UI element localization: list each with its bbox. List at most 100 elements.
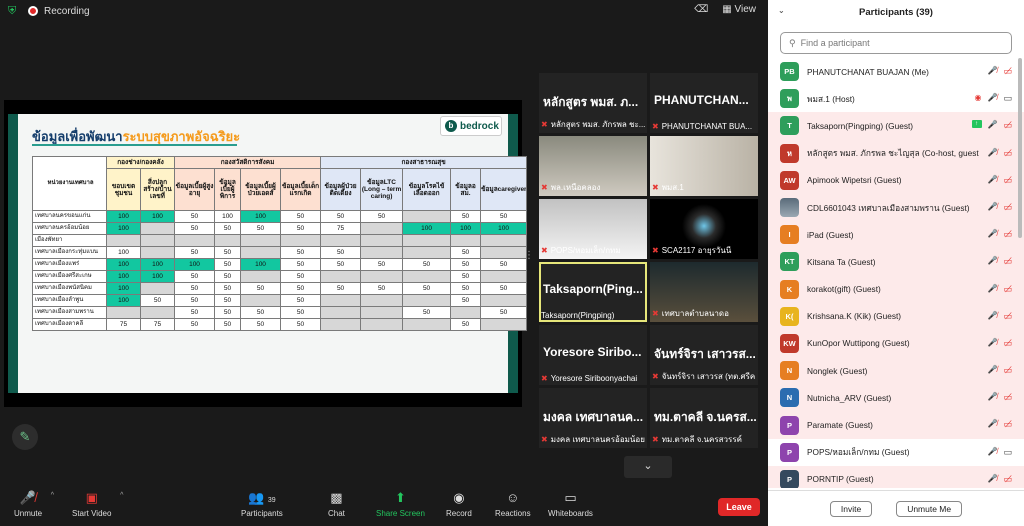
participant-row[interactable]: K(Krishsana.K (Kik) (Guest) 🎤̸ ▭̸ <box>768 302 1024 330</box>
table-cell: 50 <box>360 210 404 223</box>
participant-row[interactable]: CDL6601043 เทศบาลเมืองสามพราน (Guest) 🎤̸ ▭… <box>768 193 1024 222</box>
video-tile[interactable]: จันทร์จิรา เสาวรส... ✖ จันทร์จิรา เสาวรส (… <box>650 325 758 385</box>
participant-status: ↑ 🎤 ▭̸ <box>971 120 1012 131</box>
chat-button[interactable]: ▩ Chat <box>328 490 345 518</box>
table-cell: 100 <box>139 210 176 223</box>
view-button[interactable]: ▦ View <box>722 4 756 15</box>
record-button[interactable]: ◉ Record <box>446 490 472 518</box>
table-cell <box>480 294 528 307</box>
table-cell: 100 <box>214 210 242 223</box>
video-tile[interactable]: ✖ POPS/หอมเล็ก/กทม <box>539 199 647 259</box>
org-name: เทศบาลเมืองพนัสนิคม <box>32 282 107 295</box>
participant-row[interactable]: N Nonglek (Guest) 🎤̸ ▭̸ <box>768 357 1024 385</box>
participant-row[interactable]: P POPS/หอมเล็ก/กทม (Guest) 🎤̸ ▭ <box>768 439 1024 466</box>
video-tile[interactable]: ✖ เทศบาลตำบลนาดอ <box>650 262 758 322</box>
participant-row[interactable]: N Nutnicha_ARV (Guest) 🎤̸ ▭̸ <box>768 384 1024 412</box>
table-cell: 100 <box>106 282 141 295</box>
view-controls: ⌫ ▦ View <box>694 4 756 15</box>
chevron-down-icon[interactable]: ⌄ <box>778 6 785 15</box>
participant-status: 🎤̸ ▭̸ <box>988 365 1012 376</box>
table-cell: 50 <box>214 246 242 259</box>
participant-row[interactable]: พ พมส.1 (Host) ◉ 🎤̸ ▭ <box>768 85 1024 112</box>
unmute-button[interactable]: 🎤̸ Unmute ^ <box>14 490 54 518</box>
video-tile[interactable]: PHANUTCHAN... ✖ PHANUTCHANAT BUA... <box>650 73 758 133</box>
reactions-button[interactable]: ☺ Reactions <box>495 490 531 518</box>
share-arrow-icon: ⬆ <box>395 490 406 505</box>
tile-label-text: หลักสูตร พมส. ภักรพล ชะ... <box>550 120 645 129</box>
video-tile[interactable]: หลักสูตร พมส. ภ... ✖ หลักสูตร พมส. ภักรพล … <box>539 73 647 133</box>
tile-display-name: Taksaporn(Ping... <box>543 282 643 296</box>
table-cell <box>402 270 452 283</box>
camera-icon: ▭ <box>1003 93 1012 104</box>
table-cell: 50 <box>280 282 322 295</box>
camera-off-icon: ▭̸ <box>1003 120 1012 131</box>
video-tile[interactable]: ✖ พมส.1 <box>650 136 758 196</box>
share-screen-button[interactable]: ⬆ Share Screen <box>376 490 425 518</box>
participant-row[interactable]: P Paramate (Guest) 🎤̸ ▭̸ <box>768 411 1024 439</box>
table-row: เทศบาลเมืองแพร่ 100 100 100 50 100 50 50 50 50 50 5… <box>32 258 528 271</box>
table-cell <box>480 318 528 331</box>
whiteboards-button[interactable]: ▭ Whiteboards <box>548 490 593 518</box>
participant-row[interactable]: KT Kitsana Ta (Guest) 🎤̸ ▭̸ <box>768 248 1024 276</box>
leave-button[interactable]: Leave <box>718 498 760 516</box>
invite-button[interactable]: Invite <box>829 500 873 517</box>
bell-icon[interactable]: ⌫ <box>694 4 708 15</box>
participant-name: Paramate (Guest) <box>807 420 873 431</box>
split-handle[interactable]: ⋮ <box>524 250 534 268</box>
participant-row[interactable]: ห หลักสูตร พมส. ภักรพล ชะไญสุล (Co-host, … <box>768 139 1024 167</box>
camera-off-icon: ▭̸ <box>1003 392 1012 403</box>
participant-status: 🎤̸ ▭̸ <box>988 392 1012 403</box>
gallery-next-button[interactable]: ⌄ <box>624 456 672 478</box>
tile-label: ✖ POPS/หอมเล็ก/กทม <box>541 244 645 257</box>
mic-muted-icon: ✖ <box>652 435 659 444</box>
participant-name: CDL6601043 เทศบาลเมืองสามพราน (Guest) <box>807 202 970 213</box>
mic-muted-icon: 🎤̸ <box>987 93 998 103</box>
table-row: เทศบาลเมืองพนัสนิคม 100 50 50 50 50 50 50 50 50 50 <box>32 282 528 295</box>
tile-label: ✖ มงคล เทศบาลนครอ้อมน้อย <box>541 433 645 446</box>
recording-indicator[interactable]: Recording <box>28 6 90 17</box>
start-video-button[interactable]: ▣ Start Video ^ <box>72 490 123 518</box>
participant-row[interactable]: T Taksaporn(Pingping) (Guest) ↑ 🎤 ▭̸ <box>768 112 1024 140</box>
participant-status: 🎤̸ ▭̸ <box>988 256 1012 267</box>
participant-name: PORNTIP (Guest) <box>807 474 874 485</box>
participant-row[interactable]: IiPad (Guest) 🎤̸ ▭̸ <box>768 221 1024 249</box>
participant-row[interactable]: AW Apimook Wipetsri (Guest) 🎤̸ ▭̸ <box>768 166 1024 194</box>
participant-row[interactable]: Kkorakot(gift) (Guest) 🎤̸ ▭̸ <box>768 275 1024 303</box>
unmute-me-button[interactable]: Unmute Me <box>896 500 963 517</box>
participant-search-input[interactable]: ⚲ Find a participant <box>780 32 1012 54</box>
avatar: P <box>780 469 799 488</box>
mic-muted-icon: ✖ <box>652 372 659 381</box>
mic-muted-icon: ✖ <box>541 435 548 444</box>
video-tile[interactable]: Yoresore Siribo... ✖ Yoresore Siriboonyach… <box>539 325 647 385</box>
table-cell <box>320 306 362 319</box>
shared-screen: ข้อมูลเพื่อพัฒนาระบบสุขภาพอัจฉริยะ b bedr… <box>4 100 528 407</box>
table-cell: 100 <box>174 258 216 271</box>
video-tile[interactable]: ✖ SCA2117 อายุรวันนี <box>650 199 758 259</box>
table-cell: 50 <box>240 306 282 319</box>
table-cell <box>402 234 452 247</box>
table-cell <box>360 234 404 247</box>
participant-row[interactable]: P PORNTIP (Guest) 🎤̸ ▭̸ <box>768 465 1024 488</box>
mic-muted-icon: ✖ <box>541 374 548 383</box>
participant-row[interactable]: PB PHANUTCHANAT BUAJAN (Me) 🎤̸ ▭̸ <box>768 58 1024 85</box>
video-tile[interactable]: ทม.ตาคลี จ.นครส... ✖ ทม.ตาคลี จ.นครสวรรค์ <box>650 388 758 448</box>
participant-status: 🎤̸ ▭̸ <box>988 148 1012 159</box>
participant-name: พมส.1 (Host) <box>807 93 855 104</box>
shield-icon[interactable]: ⛨ <box>8 5 20 17</box>
annotate-pen-icon[interactable]: ✎ <box>12 424 38 450</box>
table-cell: 50 <box>280 306 322 319</box>
participants-button[interactable]: 👥 39 Participants <box>241 490 283 518</box>
video-tile[interactable]: Taksaporn(Ping... Taksaporn(Pingping) <box>539 262 647 322</box>
avatar: N <box>780 361 799 381</box>
table-cell: 50 <box>480 210 528 223</box>
participant-row[interactable]: KW KunOpor Wuttipong (Guest) 🎤̸ ▭̸ <box>768 329 1024 358</box>
table-cell: 50 <box>214 258 242 271</box>
mic-muted-icon: 🎤̸ <box>987 310 998 320</box>
table-row: เทศบาลเมืองลำพูน 100 50 50 50 50 50 <box>32 294 528 307</box>
video-tile[interactable]: มงคล เทศบาลนค... ✖ มงคล เทศบาลนครอ้อมน้อย <box>539 388 647 448</box>
video-tile[interactable]: ✖ พล.เหนือคลอง <box>539 136 647 196</box>
scrollbar[interactable] <box>1018 58 1022 238</box>
avatar: N <box>780 388 799 408</box>
table-cell: 50 <box>214 294 242 307</box>
tile-display-name: จันทร์จิรา เสาวรส... <box>654 347 756 361</box>
